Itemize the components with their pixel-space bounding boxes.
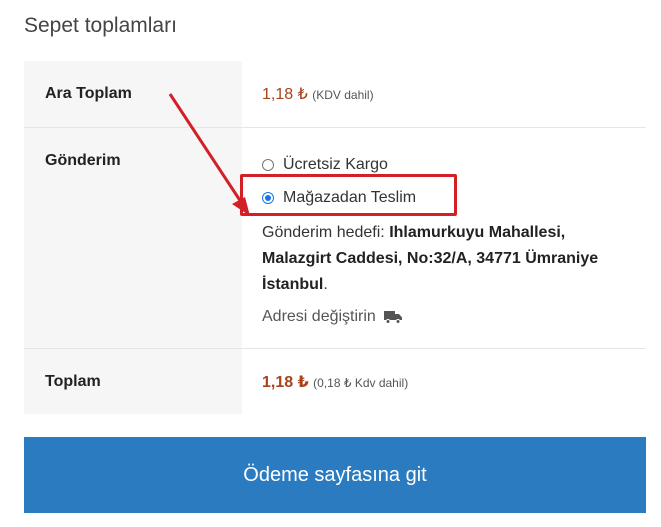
total-label: Toplam (24, 349, 242, 414)
shipping-row: Gönderim Ücretsiz Kargo Mağazadan Teslim… (24, 127, 646, 348)
destination-suffix: . (323, 276, 328, 293)
subtotal-label: Ara Toplam (24, 61, 242, 127)
shipping-label: Gönderim (24, 128, 242, 348)
change-address-link[interactable]: Adresi değiştirin (262, 308, 646, 326)
cart-totals-title: Sepet toplamları (24, 14, 177, 37)
shipping-value: Ücretsiz Kargo Mağazadan Teslim Gönderim… (242, 128, 646, 348)
shipping-option-label[interactable]: Mağazadan Teslim (283, 189, 416, 207)
destination-prefix: Gönderim hedefi: (262, 224, 390, 241)
change-address-label[interactable]: Adresi değiştirin (262, 308, 376, 326)
radio-icon[interactable] (262, 158, 274, 171)
cart-totals-page: Sepet toplamları Ara Toplam 1,18 ₺ (KDV … (0, 0, 661, 527)
total-value: 1,18 ₺ (0,18 ₺ Kdv dahil) (242, 349, 646, 414)
checkout-button[interactable]: Ödeme sayfasına git (24, 437, 646, 513)
subtotal-value: 1,18 ₺ (KDV dahil) (242, 61, 646, 127)
shipping-destination: Gönderim hedefi: Ihlamurkuyu Mahallesi, … (262, 220, 634, 298)
shipping-options: Ücretsiz Kargo Mağazadan Teslim (262, 148, 646, 214)
subtotal-tax-note: (KDV dahil) (312, 88, 374, 102)
total-tax-note: (0,18 ₺ Kdv dahil) (313, 376, 409, 390)
radio-icon[interactable] (262, 191, 274, 204)
subtotal-row: Ara Toplam 1,18 ₺ (KDV dahil) (24, 61, 646, 127)
shipping-option-free[interactable]: Ücretsiz Kargo (262, 148, 646, 181)
cart-totals-table: Ara Toplam 1,18 ₺ (KDV dahil) Gönderim Ü… (24, 61, 646, 414)
total-row: Toplam 1,18 ₺ (0,18 ₺ Kdv dahil) (24, 348, 646, 414)
shipping-option-label[interactable]: Ücretsiz Kargo (283, 156, 388, 174)
shipping-option-store-pickup[interactable]: Mağazadan Teslim (262, 181, 646, 214)
truck-icon[interactable] (383, 310, 402, 324)
subtotal-amount: 1,18 ₺ (262, 86, 308, 103)
total-amount: 1,18 ₺ (262, 374, 309, 391)
